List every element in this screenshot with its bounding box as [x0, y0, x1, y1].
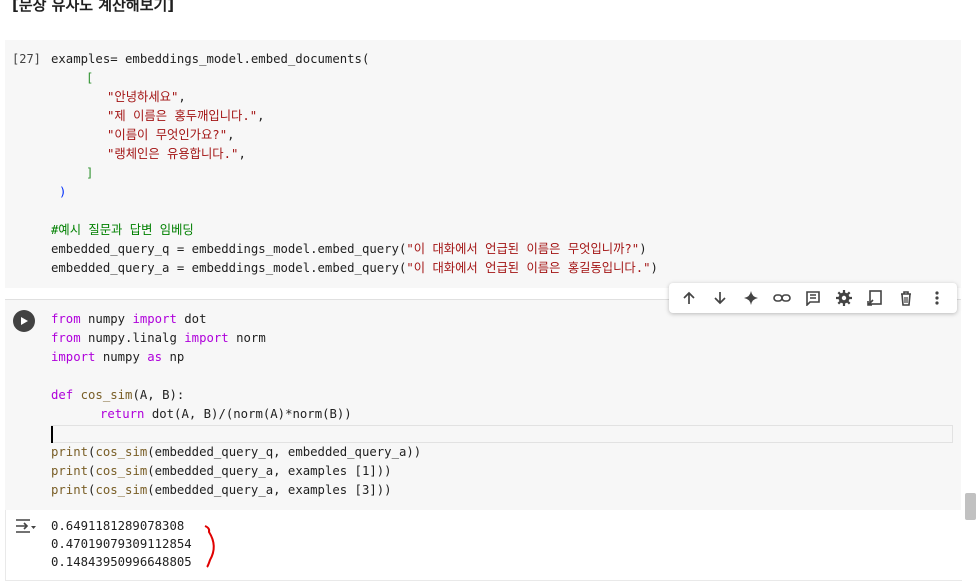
code-line: ) — [59, 185, 67, 199]
comment-icon — [806, 291, 820, 306]
code-line: from numpy.linalg import norm — [51, 331, 266, 345]
link-button[interactable] — [770, 286, 794, 310]
run-cell-button[interactable] — [13, 310, 35, 332]
code-line: ] — [86, 166, 94, 180]
code-line: "이름이 무엇인가요?", — [107, 128, 235, 142]
output-menu-icon — [16, 519, 36, 533]
output-text: 0.6491181289078308 0.47019079309112854 0.1… — [51, 517, 192, 571]
delete-button[interactable] — [894, 286, 918, 310]
cell-toolbar — [669, 283, 957, 313]
code-line: import numpy as np — [51, 350, 185, 364]
scrollbar-thumb[interactable] — [965, 493, 976, 520]
output-line: 0.14843950996648805 — [51, 555, 192, 569]
gemini-button[interactable] — [739, 286, 763, 310]
code-line: "랭체인은 유용합니다.", — [107, 147, 246, 161]
code-line: "안녕하세요", — [107, 90, 186, 104]
trash-icon — [901, 291, 912, 306]
code-line: examples= embeddings_model.embed_documen… — [51, 52, 370, 66]
settings-button[interactable] — [832, 286, 856, 310]
arrow-down-icon — [714, 292, 726, 305]
output-line: 0.6491181289078308 — [51, 519, 185, 533]
play-icon — [21, 317, 28, 325]
code-line: def cos_sim(A, B): — [51, 388, 185, 402]
code-line: "제 이름은 홍두깨입니다.", — [107, 109, 265, 123]
code-line: from numpy import dot — [51, 312, 207, 326]
section-heading: [문장 유사도 계산해보기] — [12, 0, 175, 14]
output-actions-button[interactable] — [15, 518, 37, 540]
gear-icon — [836, 290, 853, 306]
arrow-up-icon — [682, 291, 695, 304]
comment-button[interactable] — [801, 286, 825, 310]
move-up-button[interactable] — [677, 286, 701, 310]
code-line: return dot(A, B)/(norm(A)*norm(B)) — [100, 407, 352, 421]
link-icon — [773, 294, 791, 302]
more-vert-icon — [935, 291, 940, 305]
red-annotation-bracket — [204, 525, 215, 568]
move-down-button[interactable] — [708, 286, 732, 310]
code-line: print(cos_sim(embedded_query_q, embedded… — [51, 445, 422, 459]
code-line: embedded_query_q = embeddings_model.embe… — [51, 242, 647, 256]
output-line: 0.47019079309112854 — [51, 537, 192, 551]
text-caret — [51, 426, 53, 443]
more-options-button[interactable] — [925, 286, 949, 310]
code-line: print(cos_sim(embedded_query_a, examples… — [51, 464, 392, 478]
sparkle-icon — [743, 291, 758, 305]
mirror-cell-button[interactable] — [863, 286, 887, 310]
code-line: print(cos_sim(embedded_query_a, examples… — [51, 483, 392, 497]
execution-count: [27] — [12, 52, 41, 66]
active-line[interactable] — [51, 425, 953, 443]
code-line: [ — [86, 71, 94, 85]
code-comment: #예시 질문과 답변 임베딩 — [51, 223, 194, 237]
code-line: embedded_query_a = embeddings_model.embe… — [51, 261, 658, 275]
mirror-cell-icon — [867, 290, 883, 306]
